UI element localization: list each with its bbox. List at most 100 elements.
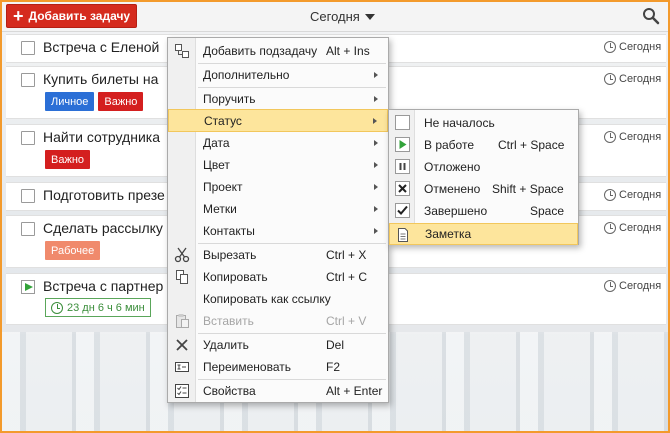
menu-item-more[interactable]: Дополнительно	[168, 64, 388, 86]
submenu-arrow-icon	[374, 184, 378, 190]
menu-item-color[interactable]: Цвет	[168, 154, 388, 176]
toolbar: + Добавить задачу Сегодня	[2, 2, 668, 32]
submenu-arrow-icon	[374, 228, 378, 234]
menu-item-rename[interactable]: Переименовать F2	[168, 356, 388, 378]
clock-icon	[604, 189, 616, 201]
menu-item-contacts[interactable]: Контакты	[168, 220, 388, 242]
search-icon[interactable]	[642, 7, 660, 25]
due-date: Сегодня	[604, 222, 661, 234]
status-cancelled[interactable]: Отменено Shift + Space	[389, 178, 578, 200]
menu-item-label: Копировать	[203, 270, 268, 284]
status-note[interactable]: Заметка	[389, 223, 578, 245]
menu-item-status[interactable]: Статус	[168, 109, 388, 132]
filter-label: Сегодня	[310, 9, 360, 24]
menu-item-label: Добавить подзадачу	[203, 44, 318, 58]
tag-badge[interactable]: Важно	[45, 150, 91, 169]
menu-item-cut[interactable]: Вырезать Ctrl + X	[168, 244, 388, 266]
menu-item-project[interactable]: Проект	[168, 176, 388, 198]
menu-item-label: Дата	[203, 136, 230, 150]
scissors-icon	[174, 247, 190, 263]
menu-item-shortcut: F2	[326, 360, 341, 374]
add-task-button[interactable]: + Добавить задачу	[6, 4, 138, 28]
menu-item-label: Контакты	[203, 224, 255, 238]
cancel-icon	[395, 181, 410, 196]
plus-icon: +	[13, 5, 24, 26]
menu-item-label: Свойства	[203, 384, 256, 398]
stopwatch-icon	[51, 301, 63, 314]
menu-item-label: Отложено	[424, 160, 481, 174]
status-postponed[interactable]: Отложено	[389, 156, 578, 178]
task-context-menu: Добавить подзадачу Alt + Ins Дополнитель…	[167, 37, 389, 403]
submenu-arrow-icon	[374, 162, 378, 168]
due-label: Сегодня	[619, 41, 662, 53]
tag-badge[interactable]: Личное	[45, 92, 95, 111]
due-date: Сегодня	[604, 41, 661, 53]
due-label: Сегодня	[619, 131, 662, 143]
task-title: Встреча с партнер	[43, 278, 164, 294]
menu-item-label: Дополнительно	[203, 68, 290, 82]
submenu-arrow-icon	[374, 140, 378, 146]
menu-item-shortcut: Space	[530, 204, 565, 218]
clock-icon	[604, 280, 616, 292]
menu-item-shortcut: Ctrl + C	[326, 270, 368, 284]
timer-value: 23 дн 6 ч 6 мин	[67, 301, 145, 314]
menu-item-delete[interactable]: Удалить Del	[168, 334, 388, 356]
status-submenu: Не началось В работе Ctrl + Space Отложе…	[388, 109, 579, 245]
due-date: Сегодня	[604, 73, 661, 85]
paste-icon	[174, 313, 190, 329]
caret-down-icon	[364, 13, 375, 20]
note-icon	[395, 227, 411, 243]
menu-item-label: Поручить	[203, 92, 256, 106]
elapsed-timer: 23 дн 6 ч 6 мин	[45, 298, 151, 317]
add-task-label: Добавить задачу	[28, 9, 131, 23]
status-not-started[interactable]: Не началось	[389, 112, 578, 134]
menu-item-tags[interactable]: Метки	[168, 198, 388, 220]
menu-item-label: В работе	[424, 138, 475, 152]
clock-icon	[604, 222, 616, 234]
clock-icon	[604, 73, 616, 85]
status-in-progress[interactable]: В работе Ctrl + Space	[389, 134, 578, 156]
task-checkbox[interactable]	[21, 73, 35, 87]
tag-list: Рабочее	[45, 241, 101, 260]
menu-item-shortcut: Alt + Ins	[326, 44, 370, 58]
tag-badge[interactable]: Важно	[98, 92, 144, 111]
menu-item-assign[interactable]: Поручить	[168, 88, 388, 110]
task-checkbox[interactable]	[21, 222, 35, 236]
task-title: Найти сотрудника	[43, 129, 160, 145]
pause-icon	[395, 159, 410, 174]
menu-item-label: Статус	[204, 113, 242, 128]
status-completed[interactable]: Завершено Space	[389, 200, 578, 222]
menu-item-copy[interactable]: Копировать Ctrl + C	[168, 266, 388, 288]
task-checkbox[interactable]	[21, 131, 35, 145]
menu-item-label: Метки	[203, 202, 237, 216]
in-progress-status-icon[interactable]	[21, 280, 35, 294]
menu-item-label: Переименовать	[203, 360, 291, 374]
menu-item-label: Проект	[203, 180, 243, 194]
menu-item-label: Удалить	[203, 338, 249, 352]
tag-list: Важно	[45, 150, 91, 169]
due-date: Сегодня	[604, 189, 661, 201]
menu-item-shortcut: Shift + Space	[492, 182, 564, 196]
submenu-arrow-icon	[374, 206, 378, 212]
menu-item-date[interactable]: Дата	[168, 132, 388, 154]
task-title: Подготовить презе	[43, 187, 165, 203]
menu-item-copy-link[interactable]: Копировать как ссылку	[168, 288, 388, 310]
check-icon	[395, 203, 410, 218]
menu-item-add-subtask[interactable]: Добавить подзадачу Alt + Ins	[168, 40, 388, 62]
tag-badge[interactable]: Рабочее	[45, 241, 101, 260]
play-icon	[395, 137, 410, 152]
due-label: Сегодня	[619, 73, 662, 85]
menu-item-properties[interactable]: Свойства Alt + Enter	[168, 380, 388, 402]
task-checkbox[interactable]	[21, 41, 35, 55]
task-title: Сделать рассылку	[43, 220, 163, 236]
properties-icon	[174, 383, 190, 399]
empty-checkbox-icon	[395, 115, 410, 130]
clock-icon	[604, 131, 616, 143]
menu-item-label: Вставить	[203, 314, 254, 328]
due-label: Сегодня	[619, 222, 662, 234]
menu-item-paste[interactable]: Вставить Ctrl + V	[168, 310, 388, 332]
menu-item-shortcut: Ctrl + V	[326, 314, 367, 328]
date-filter-dropdown[interactable]: Сегодня	[310, 9, 375, 24]
task-checkbox[interactable]	[21, 189, 35, 203]
menu-item-shortcut: Alt + Enter	[326, 384, 383, 398]
